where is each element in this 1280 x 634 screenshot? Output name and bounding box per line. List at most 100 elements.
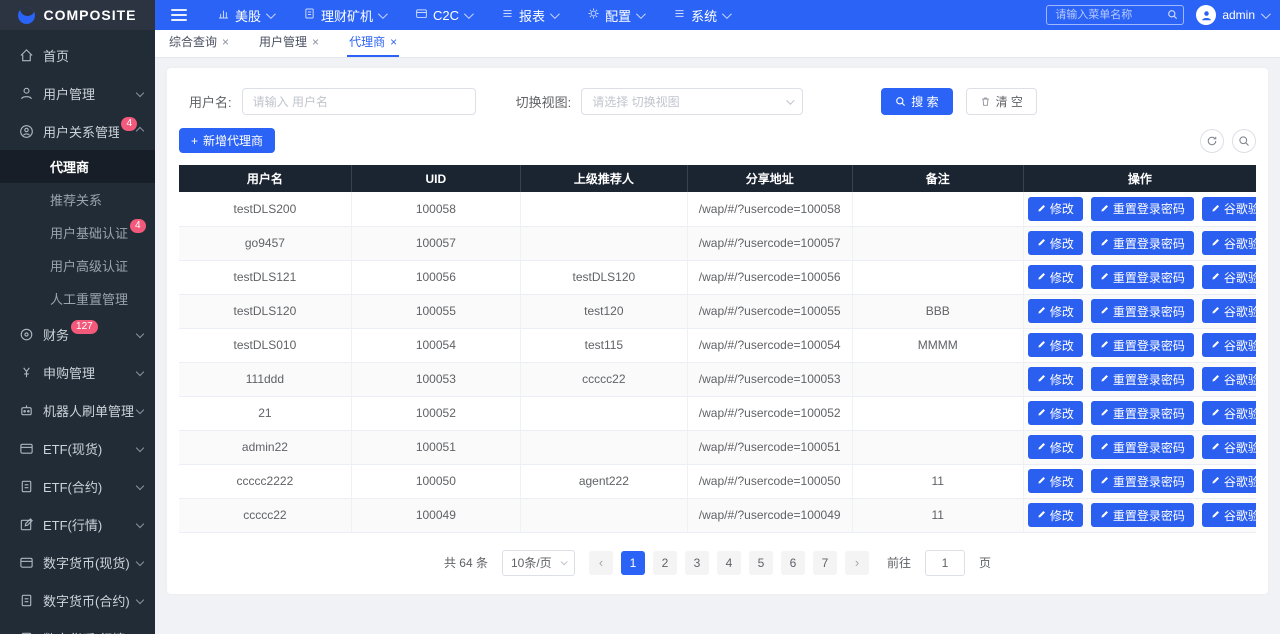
reset-password-button[interactable]: 重置登录密码 xyxy=(1091,299,1194,323)
search-button[interactable]: 搜 索 xyxy=(881,88,952,115)
reset-password-button[interactable]: 重置登录密码 xyxy=(1091,367,1194,391)
goto-page-input[interactable] xyxy=(925,550,965,576)
column-header: 备注 xyxy=(852,165,1023,192)
google-verify-button[interactable]: 谷歌验证 xyxy=(1202,299,1256,323)
edit-button[interactable]: 修改 xyxy=(1028,435,1083,459)
clear-button[interactable]: 清 空 xyxy=(966,88,1037,115)
column-header: 操作 xyxy=(1023,165,1256,192)
google-verify-button[interactable]: 谷歌验证 xyxy=(1202,367,1256,391)
chevron-down-icon xyxy=(786,96,794,104)
pencil-icon xyxy=(1100,440,1109,454)
page-button[interactable]: 1 xyxy=(621,551,645,575)
tab-用户管理[interactable]: 用户管理× xyxy=(257,33,321,57)
google-verify-button[interactable]: 谷歌验证 xyxy=(1202,231,1256,255)
pencil-icon xyxy=(1037,474,1046,488)
page-button[interactable]: 6 xyxy=(781,551,805,575)
prev-page-button[interactable]: ‹ xyxy=(589,551,613,575)
content-card: 用户名: 切换视图: 请选择 切换视图 搜 索 清 空 + 新增代理商 xyxy=(167,68,1268,594)
edit-icon xyxy=(19,517,34,532)
cell-share_url: /wap/#/?usercode=100051 xyxy=(687,430,852,464)
google-verify-button[interactable]: 谷歌验证 xyxy=(1202,401,1256,425)
nav-menu-item[interactable]: 配置 xyxy=(587,6,643,25)
reset-password-button[interactable]: 重置登录密码 xyxy=(1091,435,1194,459)
sidebar-item[interactable]: ETF(现货) xyxy=(0,429,155,467)
sidebar-item[interactable]: 财务127 xyxy=(0,315,155,353)
google-verify-button[interactable]: 谷歌验证 xyxy=(1202,333,1256,357)
robot-icon xyxy=(19,403,34,418)
page-button[interactable]: 3 xyxy=(685,551,709,575)
sidebar-subitem[interactable]: 用户高级认证 xyxy=(0,249,155,282)
nav-menu-item[interactable]: C2C xyxy=(415,7,471,23)
reset-password-button[interactable]: 重置登录密码 xyxy=(1091,469,1194,493)
edit-button[interactable]: 修改 xyxy=(1028,197,1083,221)
sidebar-item[interactable]: 申购管理 xyxy=(0,353,155,391)
reset-password-button[interactable]: 重置登录密码 xyxy=(1091,231,1194,255)
pencil-icon xyxy=(1211,304,1220,318)
edit-button[interactable]: 修改 xyxy=(1028,503,1083,527)
google-verify-button[interactable]: 谷歌验证 xyxy=(1202,197,1256,221)
pencil-icon xyxy=(1100,236,1109,250)
cell-share_url: /wap/#/?usercode=100052 xyxy=(687,396,852,430)
edit-button[interactable]: 修改 xyxy=(1028,299,1083,323)
sidebar-item[interactable]: 数字货币(现货) xyxy=(0,543,155,581)
sidebar-subitem[interactable]: 代理商 xyxy=(0,150,155,183)
add-agent-button[interactable]: + 新增代理商 xyxy=(179,128,275,153)
cell-referrer: test120 xyxy=(520,294,687,328)
tab-综合查询[interactable]: 综合查询× xyxy=(167,33,231,57)
cell-username: admin22 xyxy=(179,430,351,464)
menu-search-input[interactable] xyxy=(1046,5,1184,25)
tab-代理商[interactable]: 代理商× xyxy=(347,33,399,57)
page-button[interactable]: 7 xyxy=(813,551,837,575)
chevron-down-icon xyxy=(722,9,732,19)
zoom-icon[interactable] xyxy=(1232,129,1256,153)
page-size-select[interactable]: 10条/页 xyxy=(502,550,575,576)
reset-password-button[interactable]: 重置登录密码 xyxy=(1091,333,1194,357)
username-label: 用户名: xyxy=(189,92,232,111)
edit-button[interactable]: 修改 xyxy=(1028,265,1083,289)
reset-password-button[interactable]: 重置登录密码 xyxy=(1091,265,1194,289)
user-menu[interactable]: admin xyxy=(1196,5,1268,25)
google-verify-button[interactable]: 谷歌验证 xyxy=(1202,265,1256,289)
users-icon xyxy=(19,124,34,139)
username-input[interactable] xyxy=(242,88,476,115)
reset-password-button[interactable]: 重置登录密码 xyxy=(1091,503,1194,527)
view-select[interactable]: 请选择 切换视图 xyxy=(581,88,803,115)
hamburger-icon[interactable] xyxy=(171,9,187,21)
refresh-icon[interactable] xyxy=(1200,129,1224,153)
reset-password-button[interactable]: 重置登录密码 xyxy=(1091,197,1194,221)
sidebar-item[interactable]: 用户关系管理4 xyxy=(0,112,155,150)
pencil-icon xyxy=(1100,338,1109,352)
sidebar-item[interactable]: 数字货币(行情) xyxy=(0,619,155,634)
sidebar-item[interactable]: 首页 xyxy=(0,36,155,74)
google-verify-button[interactable]: 谷歌验证 xyxy=(1202,435,1256,459)
sidebar-subitem[interactable]: 人工重置管理 xyxy=(0,282,155,315)
nav-menu-item[interactable]: 报表 xyxy=(501,6,557,25)
next-page-button[interactable]: › xyxy=(845,551,869,575)
page-button[interactable]: 5 xyxy=(749,551,773,575)
edit-button[interactable]: 修改 xyxy=(1028,231,1083,255)
close-icon[interactable]: × xyxy=(222,35,229,49)
google-verify-button[interactable]: 谷歌验证 xyxy=(1202,503,1256,527)
sidebar-item[interactable]: 用户管理 xyxy=(0,74,155,112)
reset-password-button[interactable]: 重置登录密码 xyxy=(1091,401,1194,425)
edit-button[interactable]: 修改 xyxy=(1028,333,1083,357)
nav-menu-item[interactable]: 美股 xyxy=(217,6,273,25)
close-icon[interactable]: × xyxy=(390,35,397,49)
page-button[interactable]: 4 xyxy=(717,551,741,575)
edit-button[interactable]: 修改 xyxy=(1028,469,1083,493)
sidebar-item[interactable]: ETF(合约) xyxy=(0,467,155,505)
sidebar-subitem[interactable]: 推荐关系 xyxy=(0,183,155,216)
sidebar-item[interactable]: ETF(行情) xyxy=(0,505,155,543)
nav-menu-item[interactable]: 理财矿机 xyxy=(303,6,385,25)
page-button[interactable]: 2 xyxy=(653,551,677,575)
close-icon[interactable]: × xyxy=(312,35,319,49)
edit-button[interactable]: 修改 xyxy=(1028,401,1083,425)
edit-button[interactable]: 修改 xyxy=(1028,367,1083,391)
sidebar-subitem[interactable]: 用户基础认证4 xyxy=(0,216,155,249)
sidebar-item[interactable]: 数字货币(合约) xyxy=(0,581,155,619)
doc-icon xyxy=(303,7,316,23)
nav-menu-item[interactable]: 系统 xyxy=(673,6,729,25)
google-verify-button[interactable]: 谷歌验证 xyxy=(1202,469,1256,493)
list-icon xyxy=(673,7,686,23)
sidebar-item[interactable]: 机器人刷单管理 xyxy=(0,391,155,429)
